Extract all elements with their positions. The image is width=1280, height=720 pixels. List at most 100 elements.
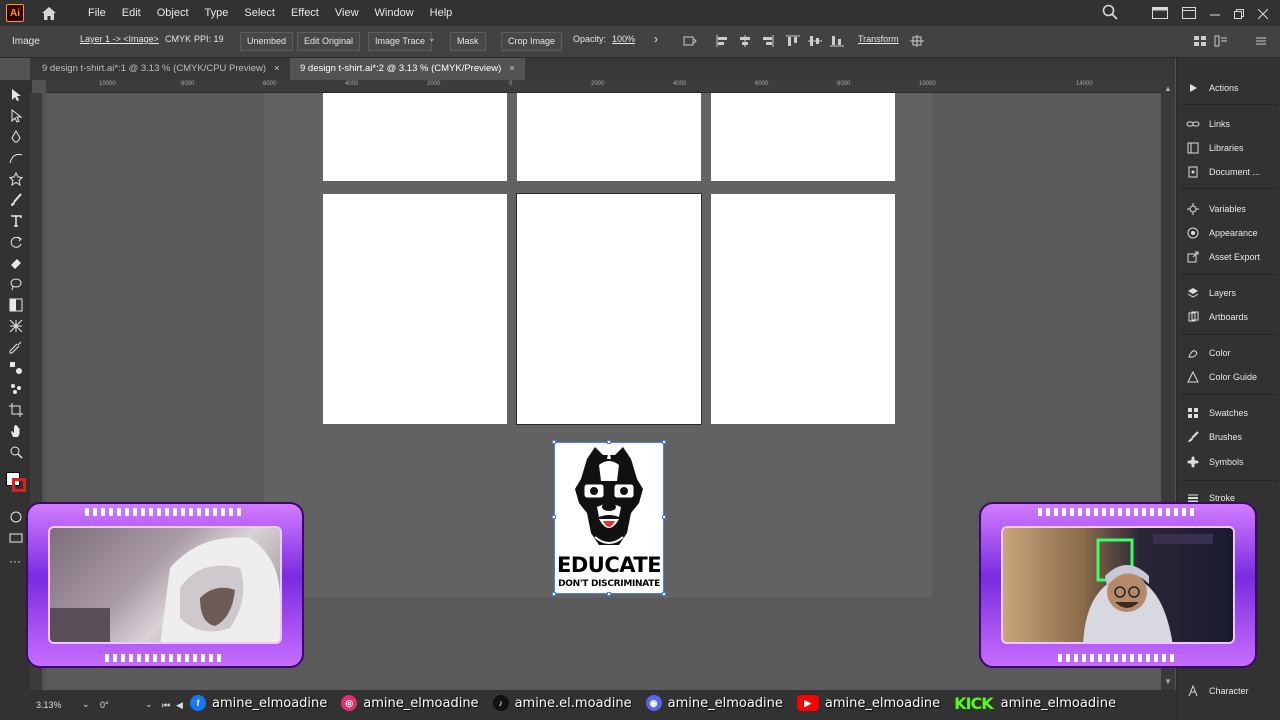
isolate-icon[interactable]: [910, 35, 924, 47]
close-window-icon[interactable]: [1257, 6, 1269, 24]
align-bottom-icon[interactable]: [830, 35, 844, 47]
panel-variables[interactable]: Variables: [1185, 201, 1246, 217]
panel-color[interactable]: Color: [1185, 345, 1231, 361]
blend-tool-icon[interactable]: [9, 361, 23, 375]
scroll-up-icon[interactable]: ▲: [1164, 84, 1172, 93]
lasso-tool-icon[interactable]: [9, 277, 23, 291]
workspace-icon[interactable]: [1152, 6, 1168, 24]
panel-artboards[interactable]: Artboards: [1185, 309, 1248, 325]
previous-artboard-icon[interactable]: ◀: [176, 700, 183, 711]
menu-view[interactable]: View: [327, 0, 367, 26]
direct-selection-tool-icon[interactable]: [9, 109, 23, 123]
crop-image-button[interactable]: Crop Image: [501, 32, 563, 51]
resize-handle[interactable]: [552, 515, 556, 519]
resize-handle[interactable]: [552, 440, 556, 444]
panel-appearance[interactable]: Appearance: [1185, 225, 1258, 241]
tab-document-2[interactable]: 9 design t-shirt.ai*:2 @ 3.13 % (CMYK/Pr…: [290, 58, 525, 80]
rotation-value[interactable]: 0°: [100, 700, 109, 710]
paintbrush-tool-icon[interactable]: [9, 193, 23, 207]
panel-menu-icon[interactable]: [1254, 35, 1268, 47]
screen-mode-icon[interactable]: [9, 531, 23, 545]
first-artboard-icon[interactable]: ⏮: [162, 700, 170, 711]
panel-asset-export[interactable]: Asset Export: [1185, 249, 1260, 265]
resize-handle[interactable]: [662, 440, 666, 444]
menu-select[interactable]: Select: [236, 0, 283, 26]
layer-link[interactable]: Layer 1 -> <Image>: [80, 34, 159, 44]
eyedropper-tool-icon[interactable]: [9, 340, 23, 354]
artboard[interactable]: [517, 93, 701, 181]
close-tab-icon[interactable]: ×: [274, 63, 280, 74]
artboard[interactable]: [323, 93, 507, 181]
resize-handle[interactable]: [662, 515, 666, 519]
arrange-icon[interactable]: [1182, 6, 1196, 24]
panel-document-info[interactable]: Document ...: [1185, 164, 1260, 180]
menu-effect[interactable]: Effect: [283, 0, 327, 26]
resize-handle[interactable]: [607, 592, 611, 596]
chevron-down-icon[interactable]: ⌄: [428, 33, 436, 44]
selection-tool-icon[interactable]: [9, 88, 23, 102]
menu-file[interactable]: File: [80, 0, 114, 26]
rotate-tool-icon[interactable]: [9, 235, 23, 249]
transform-options-icon[interactable]: [683, 35, 697, 47]
panel-character[interactable]: Character: [1185, 683, 1249, 699]
properties-icon[interactable]: [1214, 35, 1228, 47]
drawing-modes-icon[interactable]: [9, 510, 23, 524]
align-right-icon[interactable]: [760, 35, 774, 47]
resize-handle[interactable]: [607, 440, 611, 444]
gradient-tool-icon[interactable]: [9, 298, 23, 312]
transform-link[interactable]: Transform: [858, 34, 899, 44]
restore-icon[interactable]: [1234, 6, 1244, 24]
artboard[interactable]: [711, 93, 895, 181]
artboard-active[interactable]: [516, 193, 702, 425]
chevron-down-icon[interactable]: ⌄: [145, 699, 153, 710]
scroll-down-icon[interactable]: ▼: [1164, 677, 1172, 686]
curvature-tool-icon[interactable]: [9, 151, 23, 165]
type-tool-icon[interactable]: [9, 214, 23, 228]
resize-handle[interactable]: [662, 592, 666, 596]
panel-links[interactable]: Links: [1185, 116, 1230, 132]
eraser-tool-icon[interactable]: [9, 256, 23, 270]
panel-libraries[interactable]: Libraries: [1185, 140, 1244, 156]
resize-handle[interactable]: [552, 592, 556, 596]
mesh-tool-icon[interactable]: [9, 319, 23, 333]
menu-object[interactable]: Object: [149, 0, 197, 26]
panel-actions[interactable]: Actions: [1185, 80, 1239, 96]
panel-color-guide[interactable]: Color Guide: [1185, 369, 1257, 385]
edit-original-button[interactable]: Edit Original: [297, 32, 361, 51]
align-top-icon[interactable]: [786, 35, 800, 47]
artboard[interactable]: [711, 194, 895, 424]
arrange-documents-icon[interactable]: [1193, 35, 1207, 47]
opacity-value[interactable]: 100%: [612, 34, 635, 44]
symbol-sprayer-tool-icon[interactable]: [9, 382, 23, 396]
close-tab-icon[interactable]: ×: [509, 63, 515, 74]
minimize-icon[interactable]: [1210, 6, 1220, 24]
tab-document-1[interactable]: 9 design t-shirt.ai*:1 @ 3.13 % (CMYK/CP…: [32, 58, 290, 80]
artboard[interactable]: [323, 194, 507, 424]
menu-edit[interactable]: Edit: [114, 0, 149, 26]
more-tools-icon[interactable]: ···: [9, 555, 23, 570]
panel-symbols[interactable]: Symbols: [1185, 454, 1244, 470]
stroke-swatch[interactable]: [12, 478, 26, 492]
panel-layers[interactable]: Layers: [1185, 285, 1236, 301]
menu-window[interactable]: Window: [367, 0, 422, 26]
chevron-down-icon[interactable]: ⌄: [82, 699, 90, 710]
chevron-right-icon[interactable]: ›: [654, 32, 658, 46]
zoom-tool-icon[interactable]: [9, 445, 23, 459]
panel-brushes[interactable]: Brushes: [1185, 429, 1242, 445]
image-trace-button[interactable]: Image Trace: [368, 32, 433, 51]
placed-image[interactable]: EDUCATE DON'T DISCRIMINATE: [552, 440, 666, 596]
menu-help[interactable]: Help: [422, 0, 461, 26]
search-icon[interactable]: [1102, 4, 1118, 25]
home-icon[interactable]: [40, 4, 58, 22]
align-center-icon[interactable]: [738, 35, 752, 47]
unembed-button[interactable]: Unembed: [240, 32, 294, 51]
star-tool-icon[interactable]: [9, 172, 23, 186]
panel-swatches[interactable]: Swatches: [1185, 405, 1248, 421]
menu-type[interactable]: Type: [197, 0, 237, 26]
mask-button[interactable]: Mask: [450, 32, 486, 51]
align-left-icon[interactable]: [716, 35, 730, 47]
pen-tool-icon[interactable]: [9, 130, 23, 144]
artboard-tool-icon[interactable]: [9, 403, 23, 417]
align-middle-icon[interactable]: [808, 35, 822, 47]
hand-tool-icon[interactable]: [9, 424, 23, 438]
